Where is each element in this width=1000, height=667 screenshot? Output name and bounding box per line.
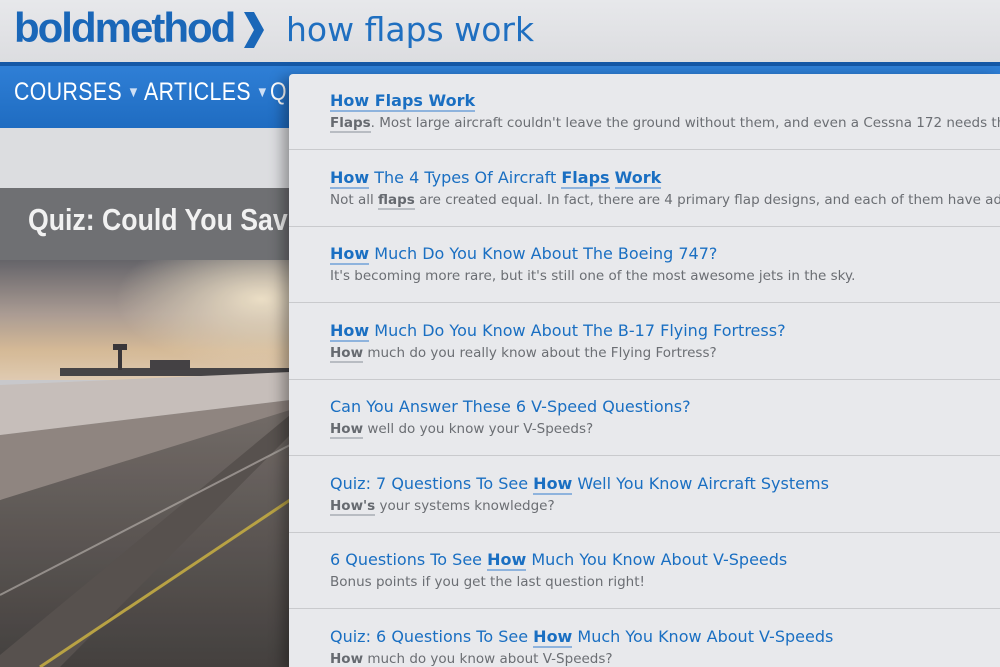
page-gap [0, 128, 290, 188]
search-result-description: Bonus points if you get the last questio… [330, 574, 645, 590]
caret-down-icon: ▼ [127, 84, 141, 101]
description-text: Not all [330, 191, 379, 208]
search-result-item[interactable]: How Much Do You Know About The B-17 Flyi… [289, 304, 1000, 380]
title-text [610, 168, 615, 187]
description-text: are created equal. In fact, there are 4 … [414, 191, 1000, 208]
hero-image [0, 260, 290, 667]
search-result-item[interactable]: How Flaps Work Flaps. Most large aircraft… [289, 74, 1000, 150]
article-banner[interactable]: Quiz: Could You Sav [0, 188, 290, 260]
highlighted-term: How [533, 626, 573, 648]
search-results-dropdown: How Flaps Work Flaps. Most large aircraft… [289, 74, 1000, 667]
article-title: Quiz: Could You Sav [28, 202, 288, 237]
title-text: Can You Answer These 6 V-Speed Questions… [330, 397, 691, 416]
search-input[interactable] [286, 6, 986, 52]
chevron-right-icon [244, 12, 264, 48]
title-text: Quiz: 6 Questions To See [330, 626, 534, 646]
search-result-item[interactable]: How The 4 Types Of Aircraft Flaps Work No… [289, 151, 1000, 227]
search-result-title[interactable]: How Much Do You Know About The B-17 Flyi… [330, 320, 786, 342]
description-text: . Most large aircraft couldn't leave the… [370, 115, 1000, 131]
title-text: Much Do You Know About The B-17 Flying F… [369, 320, 786, 340]
title-text: The 4 Types Of Aircraft [369, 167, 562, 187]
search-result-description: How well do you know your V-Speeds? [330, 421, 594, 439]
search-result-description: It's becoming more rare, but it's still … [330, 268, 855, 284]
search-result-title[interactable]: How Much Do You Know About The Boeing 74… [330, 244, 718, 265]
search-result-description: Not all flaps are created equal. In fact… [330, 191, 1000, 210]
description-text: Bonus points if you get the last questio… [330, 574, 645, 590]
site-header: boldmethod [0, 0, 1000, 62]
title-text: Much You Know About V-Speeds [526, 550, 788, 569]
nav-item-articles[interactable]: ARTICLES ▼ [144, 78, 269, 107]
highlighted-term: How [330, 650, 364, 667]
search-result-item[interactable]: How Much Do You Know About The Boeing 74… [289, 227, 1000, 303]
nav-item-quizzes[interactable]: Q [270, 78, 287, 107]
highlighted-term: How's [330, 497, 376, 516]
title-text: Quiz: 7 Questions To See [330, 473, 534, 493]
search-result-description: How much do you really know about the Fl… [330, 344, 717, 363]
caret-down-icon: ▼ [256, 84, 270, 101]
description-text: It's becoming more rare, but it's still … [330, 268, 856, 284]
title-text: 6 Questions To See [330, 550, 488, 569]
site-logo[interactable]: boldmethod [14, 4, 236, 52]
highlighted-term: How [330, 421, 364, 439]
highlighted-term: How [533, 473, 573, 495]
search-result-title[interactable]: How The 4 Types Of Aircraft Flaps Work [330, 167, 662, 189]
search-result-item[interactable]: Quiz: 6 Questions To See How Much You Kn… [289, 610, 1000, 667]
runway-sunset-image [0, 260, 290, 667]
search-result-title[interactable]: 6 Questions To See How Much You Know Abo… [330, 550, 788, 571]
search-result-item[interactable]: Can You Answer These 6 V-Speed Questions… [289, 380, 1000, 456]
highlighted-term: How [330, 167, 370, 189]
search-result-item[interactable]: Quiz: 7 Questions To See How Well You Kn… [289, 457, 1000, 533]
description-text: well do you know your V-Speeds? [363, 421, 594, 437]
highlighted-term: How Flaps Work [330, 91, 476, 112]
title-text: Much Do You Know About The Boeing 747? [369, 244, 718, 263]
search-result-description: Flaps. Most large aircraft couldn't leav… [330, 115, 1000, 133]
nav-item-label: COURSES [14, 78, 123, 106]
nav-item-courses[interactable]: COURSES ▼ [14, 78, 140, 107]
highlighted-term: How [330, 344, 364, 363]
highlighted-term: How [487, 550, 527, 571]
description-text: much do you really know about the Flying… [363, 344, 717, 361]
search-result-description: How much do you know about V-Speeds? [330, 650, 613, 667]
description-text: your systems knowledge? [375, 497, 555, 514]
highlighted-term: Flaps [330, 115, 371, 133]
search-result-title[interactable]: How Flaps Work [330, 91, 476, 112]
nav-item-label: Q [270, 78, 287, 106]
search-result-item[interactable]: 6 Questions To See How Much You Know Abo… [289, 533, 1000, 609]
search-result-title[interactable]: Can You Answer These 6 V-Speed Questions… [330, 397, 691, 416]
title-text: Much You Know About V-Speeds [572, 626, 834, 646]
highlighted-term: How [330, 320, 370, 342]
search-result-description: How's your systems knowledge? [330, 497, 555, 516]
search-result-title[interactable]: Quiz: 6 Questions To See How Much You Kn… [330, 626, 834, 648]
nav-item-label: ARTICLES [144, 78, 251, 106]
description-text: much do you know about V-Speeds? [363, 650, 613, 667]
highlighted-term: flaps [378, 191, 415, 210]
title-text: Well You Know Aircraft Systems [572, 473, 829, 493]
highlighted-term: How [330, 244, 370, 265]
search-result-title[interactable]: Quiz: 7 Questions To See How Well You Kn… [330, 473, 829, 495]
highlighted-term: Work [614, 167, 662, 189]
highlighted-term: Flaps [561, 167, 610, 189]
